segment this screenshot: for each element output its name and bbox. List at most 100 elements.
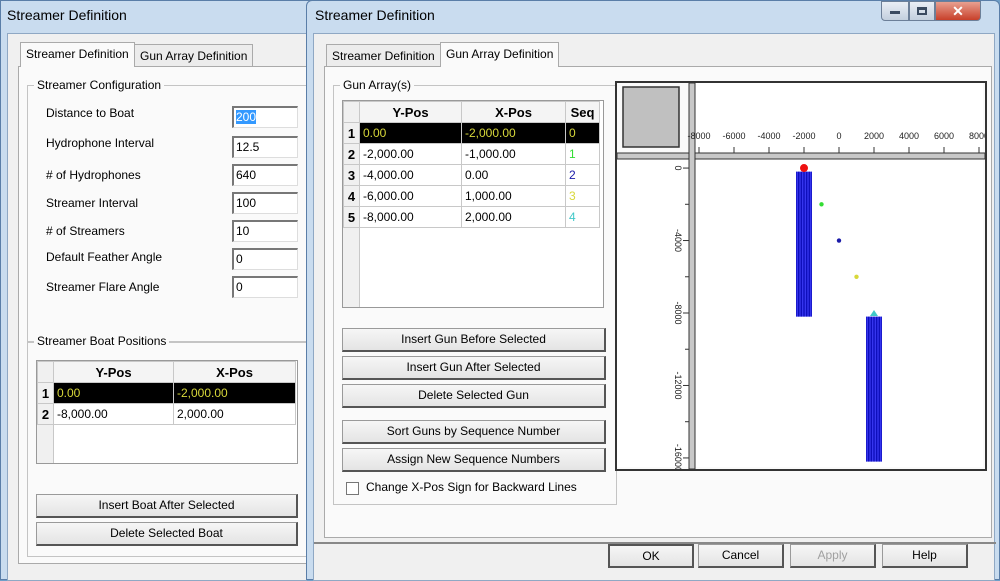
streamer-flare-angle-label: Streamer Flare Angle (46, 280, 160, 294)
gun-arrays-label: Gun Array(s) (340, 78, 415, 92)
delete-selected-gun-button[interactable]: Delete Selected Gun (342, 384, 606, 408)
streamer-flare-angle-input[interactable]: 0 (232, 276, 298, 298)
apply-button[interactable]: Apply (790, 544, 876, 568)
gun-grid-cell-ypos[interactable]: -2,000.00 (359, 143, 462, 165)
hydrophone-interval-input[interactable]: 12.5 (232, 136, 298, 158)
gun-grid-header-row: Y-Pos X-Pos Seq (343, 101, 600, 123)
gun-marker (836, 238, 842, 243)
boat-grid-cell-ypos[interactable]: 0.00 (53, 382, 174, 404)
boat-grid-row-index[interactable]: 2 (37, 403, 54, 425)
x-tick-label: -6000 (722, 131, 745, 141)
gun-grid-cell-xpos[interactable]: 1,000.00 (461, 185, 566, 207)
gun-grid-cell-ypos[interactable]: 0.00 (359, 122, 462, 144)
maximize-button[interactable] (909, 1, 935, 21)
insert-boat-after-selected-button[interactable]: Insert Boat After Selected (36, 494, 298, 518)
close-button[interactable]: ✕ (935, 1, 981, 21)
gun-grid-col-seq[interactable]: Seq (565, 101, 600, 123)
streamer-boat-positions-group: Streamer Boat Positions Y-Pos X-Pos 1 0.… (27, 334, 309, 557)
insert-gun-after-selected-button[interactable]: Insert Gun After Selected (342, 356, 606, 380)
assign-new-sequence-numbers-button[interactable]: Assign New Sequence Numbers (342, 448, 606, 472)
y-tick-label: -12000 (673, 371, 683, 399)
sort-guns-by-sequence-button[interactable]: Sort Guns by Sequence Number (342, 420, 606, 444)
insert-gun-before-selected-button[interactable]: Insert Gun Before Selected (342, 328, 606, 352)
gun-grid-row[interactable]: 2 -2,000.00 -1,000.00 1 (343, 143, 600, 165)
left-tab-streamer-definition[interactable]: Streamer Definition (20, 42, 135, 67)
boat-grid-corner (37, 361, 54, 383)
gun-grid-col-ypos[interactable]: Y-Pos (359, 101, 462, 123)
x-tick-label: 2000 (864, 131, 884, 141)
boat-grid-row[interactable]: 2 -8,000.00 2,000.00 (37, 403, 296, 425)
num-streamers-input[interactable]: 10 (232, 220, 298, 242)
boat-grid-col-xpos[interactable]: X-Pos (173, 361, 296, 383)
gun-grid-cell-ypos[interactable]: -8,000.00 (359, 206, 462, 228)
delete-selected-boat-button[interactable]: Delete Selected Boat (36, 522, 298, 546)
gun-grid-corner (343, 101, 360, 123)
hydrophone-interval-label: Hydrophone Interval (46, 136, 155, 150)
streamer-configuration-label: Streamer Configuration (34, 78, 165, 92)
change-xpos-sign-checkbox[interactable] (346, 482, 359, 495)
distance-to-boat-input[interactable]: 200 (232, 106, 298, 128)
num-hydrophones-input[interactable]: 640 (232, 164, 298, 186)
gun-marker (819, 202, 824, 207)
gun-arrays-grid[interactable]: Y-Pos X-Pos Seq 1 0.00 -2,000.00 0 2 -2,… (342, 100, 604, 308)
gun-grid-cell-seq[interactable]: 3 (565, 185, 600, 207)
help-button[interactable]: Help (882, 544, 968, 568)
minimize-button[interactable] (881, 1, 909, 21)
y-tick-label: -4000 (673, 229, 683, 252)
right-tab-streamer-definition[interactable]: Streamer Definition (326, 44, 441, 66)
right-tabpanel: Gun Array(s) Y-Pos X-Pos Seq 1 0.00 -2,0… (324, 66, 992, 538)
gun-grid-row[interactable]: 4 -6,000.00 1,000.00 3 (343, 185, 600, 207)
gun-grid-row-index[interactable]: 1 (343, 122, 360, 144)
y-tick-label: -16000 (673, 444, 683, 469)
gun-grid-row[interactable]: 3 -4,000.00 0.00 2 (343, 164, 600, 186)
x-axis-panel (695, 83, 983, 153)
left-tab-gun-array-definition[interactable]: Gun Array Definition (134, 44, 254, 66)
streamer-configuration-group: Streamer Configuration Distance to Boat … (27, 78, 309, 343)
gun-grid-row-index[interactable]: 3 (343, 164, 360, 186)
gun-grid-cell-seq[interactable]: 4 (565, 206, 600, 228)
default-feather-angle-label: Default Feather Angle (46, 250, 163, 264)
boat-grid-row[interactable]: 1 0.00 -2,000.00 (37, 382, 296, 404)
boat-marker (800, 164, 808, 173)
left-tabpanel: Streamer Configuration Distance to Boat … (18, 66, 309, 564)
boat-grid-col-ypos[interactable]: Y-Pos (53, 361, 174, 383)
boat-grid-cell-xpos[interactable]: -2,000.00 (173, 382, 296, 404)
boat-positions-grid[interactable]: Y-Pos X-Pos 1 0.00 -2,000.00 2 -8,000.00… (36, 360, 298, 464)
gun-grid-row-index[interactable]: 2 (343, 143, 360, 165)
close-icon: ✕ (952, 3, 964, 19)
streamer-interval-label: Streamer Interval (46, 196, 139, 210)
cancel-button[interactable]: Cancel (698, 544, 784, 568)
boat-grid-row-index[interactable]: 1 (37, 382, 54, 404)
gun-grid-cell-seq[interactable]: 2 (565, 164, 600, 186)
gun-grid-cell-ypos[interactable]: -6,000.00 (359, 185, 462, 207)
right-tab-gun-array-definition[interactable]: Gun Array Definition (440, 42, 560, 67)
gun-grid-cell-ypos[interactable]: -4,000.00 (359, 164, 462, 186)
gun-grid-cell-xpos[interactable]: -2,000.00 (461, 122, 566, 144)
boat-grid-cell-xpos[interactable]: 2,000.00 (173, 403, 296, 425)
gun-grid-row[interactable]: 1 0.00 -2,000.00 0 (343, 122, 600, 144)
gun-grid-cell-seq[interactable]: 0 (565, 122, 600, 144)
streamer-boat-positions-label: Streamer Boat Positions (34, 334, 170, 348)
gun-grid-row-index[interactable]: 5 (343, 206, 360, 228)
change-xpos-sign-label[interactable]: Change X-Pos Sign for Backward Lines (366, 480, 577, 494)
layout-plot-svg: -8000 -6000 -4000 -2000 0 2000 4000 6000 8000 0 -4… (617, 83, 985, 469)
gun-grid-col-xpos[interactable]: X-Pos (461, 101, 566, 123)
gun-grid-row-index[interactable]: 4 (343, 185, 360, 207)
layout-plot[interactable]: -8000 -6000 -4000 -2000 0 2000 4000 6000 8000 0 -4… (615, 81, 987, 471)
gun-grid-cell-seq[interactable]: 1 (565, 143, 600, 165)
x-tick-label: 6000 (934, 131, 954, 141)
gun-grid-row[interactable]: 5 -8,000.00 2,000.00 4 (343, 206, 600, 228)
streamer-interval-input[interactable]: 100 (232, 192, 298, 214)
gun-grid-cell-xpos[interactable]: -1,000.00 (461, 143, 566, 165)
gun-marker (854, 274, 859, 279)
y-tick-label: -8000 (673, 301, 683, 324)
gun-arrays-group: Gun Array(s) Y-Pos X-Pos Seq 1 0.00 -2,0… (333, 78, 617, 505)
right-dialog-title: Streamer Definition (315, 7, 435, 23)
y-tick-label: 0 (673, 166, 683, 171)
gun-grid-cell-xpos[interactable]: 2,000.00 (461, 206, 566, 228)
left-dialog-client: Streamer Definition Gun Array Definition… (7, 33, 309, 581)
gun-grid-cell-xpos[interactable]: 0.00 (461, 164, 566, 186)
boat-grid-cell-ypos[interactable]: -8,000.00 (53, 403, 174, 425)
ok-button[interactable]: OK (608, 544, 694, 568)
default-feather-angle-input[interactable]: 0 (232, 248, 298, 270)
